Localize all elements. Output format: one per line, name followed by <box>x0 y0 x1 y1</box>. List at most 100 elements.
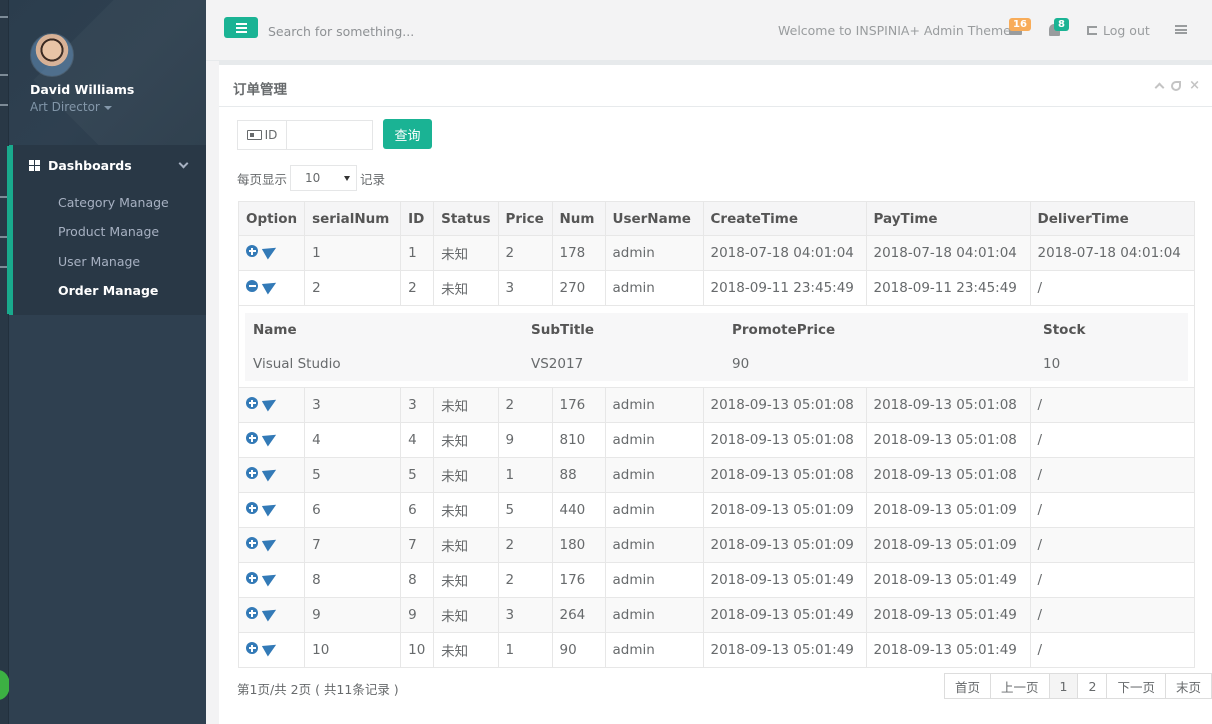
page-button[interactable]: 2 <box>1077 673 1108 699</box>
table-cell: 2018-09-13 05:01:49 <box>865 632 1031 668</box>
profile-role-dropdown[interactable]: Art Director <box>30 100 112 114</box>
table-cell: 未知 <box>433 235 499 271</box>
detail-cell-value: 90 <box>732 355 750 372</box>
expand-row-icon[interactable] <box>246 245 258 257</box>
id-input[interactable] <box>287 120 373 150</box>
welcome-message: Welcome to INSPINIA+ Admin Theme. <box>778 23 1015 38</box>
table-row[interactable]: 8 8 未知 2 176 admin 2018-09-13 05:01:49 2018-09-… <box>237 562 1195 598</box>
table-cell: 2 <box>304 270 402 306</box>
table-cell: 178 <box>551 235 606 271</box>
close-icon[interactable]: × <box>1189 79 1200 92</box>
table-cell: 1 <box>497 457 553 493</box>
detail-cell-value: VS2017 <box>531 355 584 372</box>
page-button[interactable]: 上一页 <box>990 673 1050 699</box>
table-row[interactable]: 4 4 未知 9 810 admin 2018-09-13 05:01:08 2018-09-… <box>237 422 1195 458</box>
send-icon[interactable] <box>261 464 280 482</box>
search-input[interactable] <box>268 19 688 43</box>
table-row[interactable]: 3 3 未知 2 176 admin 2018-09-13 05:01:08 2018-09-… <box>237 387 1195 423</box>
col-header[interactable]: Option <box>237 201 306 236</box>
col-header[interactable]: Status <box>433 201 499 236</box>
send-icon[interactable] <box>261 394 280 412</box>
page-button[interactable]: 1 <box>1048 673 1079 699</box>
table-cell: 未知 <box>433 562 499 598</box>
expand-row-icon[interactable] <box>246 502 258 514</box>
table-cell: 3 <box>497 597 553 633</box>
nav-item-dashboards[interactable]: Dashboards <box>29 158 132 173</box>
send-icon[interactable] <box>261 604 280 622</box>
avatar[interactable] <box>30 33 74 77</box>
expand-row-icon[interactable] <box>246 572 258 584</box>
table-cell: 7 <box>400 527 435 563</box>
table-cell: 176 <box>551 387 606 423</box>
query-button[interactable]: 查询 <box>383 119 432 149</box>
collapse-row-icon[interactable] <box>246 280 258 292</box>
col-header[interactable]: UserName <box>604 201 704 236</box>
expand-row-icon[interactable] <box>246 607 258 619</box>
send-icon[interactable] <box>261 534 280 552</box>
logout-label: Log out <box>1103 23 1150 38</box>
detail-data-row: Visual Studio VS2017 90 10 <box>245 347 1188 381</box>
table-cell: 未知 <box>433 422 499 458</box>
table-row[interactable]: 10 10 未知 1 90 admin 2018-09-13 05:01:49 2018-09… <box>237 632 1195 668</box>
detail-col-header: Stock <box>1043 321 1086 338</box>
profile-name[interactable]: David Williams <box>30 82 134 97</box>
table-cell: admin <box>604 457 704 493</box>
table-row[interactable]: 1 1 未知 2 178 admin 2018-07-18 04:01:04 2018-07-… <box>237 235 1195 271</box>
table-cell: 2018-09-13 05:01:08 <box>702 387 867 423</box>
table-cell: 90 <box>551 632 606 668</box>
send-icon[interactable] <box>261 569 280 587</box>
expand-row-icon[interactable] <box>246 432 258 444</box>
table-cell: / <box>1029 492 1195 528</box>
table-cell: 2 <box>400 270 435 306</box>
wrench-icon[interactable] <box>1171 81 1182 91</box>
table-row[interactable]: 7 7 未知 2 180 admin 2018-09-13 05:01:09 2018-09-… <box>237 527 1195 563</box>
table-cell: 未知 <box>433 597 499 633</box>
table-row[interactable]: 6 6 未知 5 440 admin 2018-09-13 05:01:09 2018-09-… <box>237 492 1195 528</box>
expand-row-icon[interactable] <box>246 537 258 549</box>
detail-col-header: PromotePrice <box>732 321 836 338</box>
expand-row-icon[interactable] <box>246 397 258 409</box>
table-cell: 8 <box>304 562 402 598</box>
product-detail-table: Name SubTitle PromotePrice Stock Visual Stud… <box>245 312 1188 381</box>
page-button[interactable]: 末页 <box>1164 673 1212 699</box>
table-row[interactable]: 2 2 未知 3 270 admin 2018-09-11 23:45:49 2018-09-… <box>237 270 1195 306</box>
nav-item-order-manage[interactable]: Order Manage <box>58 283 158 298</box>
send-icon[interactable] <box>261 242 280 260</box>
collapse-icon[interactable] <box>1154 82 1165 93</box>
pagination: 首页 上一页 1 2 下一页 末页 <box>944 673 1212 699</box>
table-row[interactable]: 5 5 未知 1 88 admin 2018-09-13 05:01:08 2018-09-1… <box>237 457 1195 493</box>
send-icon[interactable] <box>261 499 280 517</box>
col-header[interactable]: Price <box>497 201 553 236</box>
send-icon[interactable] <box>261 277 280 295</box>
table-cell: admin <box>604 492 704 528</box>
send-icon[interactable] <box>261 429 280 447</box>
expand-row-icon[interactable] <box>246 467 258 479</box>
table-cell: 未知 <box>433 632 499 668</box>
nav-item-category-manage[interactable]: Category Manage <box>58 195 169 210</box>
col-header[interactable]: serialNum <box>304 201 402 236</box>
page-size-select[interactable]: 10 <box>290 165 358 191</box>
option-cell <box>237 387 306 423</box>
logout-link[interactable]: Log out <box>1087 23 1150 38</box>
page-button[interactable]: 下一页 <box>1106 673 1166 699</box>
alerts-badge[interactable]: 8 <box>1054 18 1069 31</box>
tasks-icon[interactable] <box>1175 25 1187 34</box>
send-icon[interactable] <box>261 639 280 657</box>
messages-badge[interactable]: 16 <box>1009 18 1031 31</box>
expand-row-icon[interactable] <box>246 642 258 654</box>
nav-item-user-manage[interactable]: User Manage <box>58 254 140 269</box>
top-navbar: Welcome to INSPINIA+ Admin Theme. 16 8 L… <box>206 0 1212 61</box>
col-header[interactable]: DeliverTime <box>1029 201 1195 236</box>
table-cell: / <box>1029 562 1195 598</box>
col-header[interactable]: ID <box>400 201 435 236</box>
menu-toggle-button[interactable] <box>224 17 258 38</box>
detail-col-header: Name <box>253 321 297 338</box>
col-header[interactable]: CreateTime <box>702 201 867 236</box>
detail-col-header: SubTitle <box>531 321 595 338</box>
page-button[interactable]: 首页 <box>944 673 992 699</box>
nav-item-product-manage[interactable]: Product Manage <box>58 224 159 239</box>
table-row[interactable]: 9 9 未知 3 264 admin 2018-09-13 05:01:49 2018-09-… <box>237 597 1195 633</box>
col-header[interactable]: PayTime <box>865 201 1031 236</box>
table-cell: / <box>1029 597 1195 633</box>
col-header[interactable]: Num <box>551 201 606 236</box>
